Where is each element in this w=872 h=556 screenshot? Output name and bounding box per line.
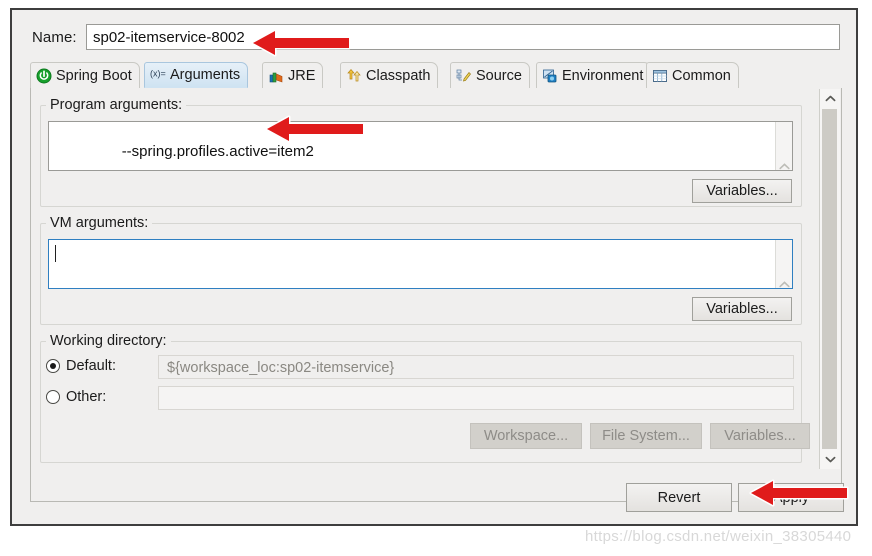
program-arguments-group: Program arguments: --spring.profiles.act… xyxy=(40,97,802,207)
chevron-down-icon[interactable] xyxy=(779,270,790,277)
tab-classpath[interactable]: Classpath xyxy=(340,62,439,88)
chevron-down-icon[interactable] xyxy=(779,152,790,159)
chevron-up-icon[interactable] xyxy=(778,129,790,170)
screenshot-root: Name: sp02-itemservice-8002 Spring Boot … xyxy=(0,0,872,556)
tab-source[interactable]: Source xyxy=(450,62,530,88)
working-directory-group: Working directory: Default: ${workspace_… xyxy=(40,333,810,463)
name-label: Name: xyxy=(32,29,77,46)
tab-label-environment: Environment xyxy=(562,67,644,84)
watermark: https://blog.csdn.net/weixin_38305440 xyxy=(585,528,852,545)
dialog-content: Name: sp02-itemservice-8002 Spring Boot … xyxy=(30,24,844,512)
default-radio-label: Default: xyxy=(66,358,116,374)
arguments-tab-panel: Program arguments: --spring.profiles.act… xyxy=(30,88,842,502)
file-system-button: File System... xyxy=(590,423,702,449)
annotation-arrow-program-arguments xyxy=(263,113,368,145)
environment-icon xyxy=(542,68,558,84)
default-directory-field: ${workspace_loc:sp02-itemservice} xyxy=(158,355,794,379)
vm-arguments-label: VM arguments: xyxy=(46,215,153,231)
other-radio-label: Other: xyxy=(66,389,107,405)
launch-configuration-dialog: Name: sp02-itemservice-8002 Spring Boot … xyxy=(10,8,858,526)
common-table-icon xyxy=(652,68,668,84)
name-row: Name: sp02-itemservice-8002 xyxy=(30,24,842,54)
name-input[interactable]: sp02-itemservice-8002 xyxy=(86,24,840,50)
panel-vertical-scrollbar[interactable] xyxy=(819,89,840,469)
tab-common[interactable]: Common xyxy=(646,62,739,88)
tab-label-spring-boot: Spring Boot xyxy=(56,67,132,84)
vm-arguments-group: VM arguments: Variables... xyxy=(40,215,802,325)
other-radio-button[interactable] xyxy=(46,390,60,404)
workspace-button: Workspace... xyxy=(470,423,582,449)
working-directory-variables-label: Variables... xyxy=(724,428,796,444)
spring-boot-icon xyxy=(36,68,52,84)
scroll-down-arrow-icon[interactable] xyxy=(820,450,840,469)
program-arguments-label: Program arguments: xyxy=(46,97,187,113)
tab-label-arguments: Arguments xyxy=(170,67,241,83)
dialog-footer: Revert Apply xyxy=(30,479,844,517)
vm-arguments-scrollbar[interactable] xyxy=(775,240,792,288)
tab-bar: Spring Boot (x)= Arguments JRE Classpath… xyxy=(30,62,842,89)
scroll-up-arrow-icon[interactable] xyxy=(820,89,840,108)
program-arguments-scrollbar[interactable] xyxy=(775,122,792,170)
annotation-arrow-apply-button xyxy=(747,477,852,509)
revert-button[interactable]: Revert xyxy=(626,483,732,512)
tab-label-common: Common xyxy=(672,67,731,84)
working-directory-default-radio-row[interactable]: Default: xyxy=(46,358,116,374)
arguments-scroll-content: Program arguments: --spring.profiles.act… xyxy=(32,89,820,469)
tab-spring-boot[interactable]: Spring Boot xyxy=(30,62,140,88)
scrollbar-thumb[interactable] xyxy=(822,109,837,449)
text-caret xyxy=(55,245,56,262)
chevron-up-icon[interactable] xyxy=(778,247,790,288)
source-pencil-icon xyxy=(456,68,472,84)
working-directory-other-radio-row[interactable]: Other: xyxy=(46,389,106,405)
working-directory-variables-button: Variables... xyxy=(710,423,810,449)
tab-folder: Spring Boot (x)= Arguments JRE Classpath… xyxy=(30,62,842,502)
tab-label-classpath: Classpath xyxy=(366,67,431,84)
tab-label-source: Source xyxy=(476,67,522,84)
annotation-arrow-name-field xyxy=(249,27,354,59)
vm-arguments-variables-button[interactable]: Variables... xyxy=(692,297,792,321)
default-radio-button[interactable] xyxy=(46,359,60,373)
svg-text:(x)=: (x)= xyxy=(150,69,166,79)
program-arguments-variables-label: Variables... xyxy=(706,183,778,199)
program-arguments-value: --spring.profiles.active=item2 xyxy=(121,143,314,160)
tab-label-jre: JRE xyxy=(288,67,316,84)
vm-arguments-variables-label: Variables... xyxy=(706,301,778,317)
workspace-button-label: Workspace... xyxy=(483,428,569,444)
classpath-arrows-icon xyxy=(346,68,362,84)
tab-jre[interactable]: JRE xyxy=(262,62,324,88)
working-directory-label: Working directory: xyxy=(46,333,171,349)
tab-environment[interactable]: Environment xyxy=(536,62,652,88)
other-directory-field[interactable] xyxy=(158,386,794,410)
vm-arguments-textarea[interactable] xyxy=(48,239,793,289)
revert-button-label: Revert xyxy=(657,489,701,506)
jre-books-icon xyxy=(268,68,284,84)
program-arguments-variables-button[interactable]: Variables... xyxy=(692,179,792,203)
program-arguments-textarea[interactable]: --spring.profiles.active=item2 xyxy=(48,121,793,171)
tab-arguments[interactable]: (x)= Arguments xyxy=(144,62,249,88)
file-system-button-label: File System... xyxy=(602,428,690,444)
arguments-icon: (x)= xyxy=(150,67,166,83)
